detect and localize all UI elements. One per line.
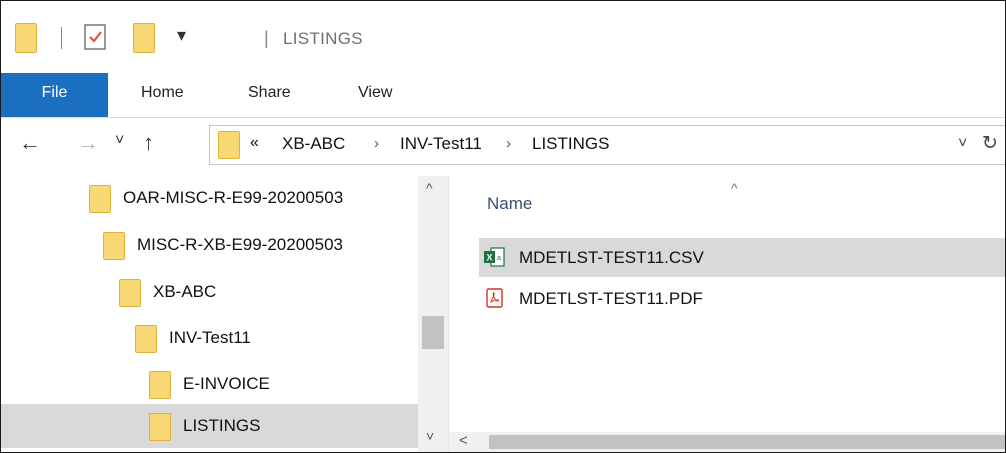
tab-share[interactable]: Share xyxy=(248,73,291,117)
toolbar-divider xyxy=(61,27,62,49)
folder-icon xyxy=(89,185,111,213)
pdf-icon xyxy=(486,288,503,308)
excel-csv-icon: X a xyxy=(484,247,505,267)
refresh-icon[interactable]: ↻ xyxy=(982,132,998,155)
forward-button[interactable]: → xyxy=(77,130,99,156)
file-explorer-window: ▾ | LISTINGS File Home Share View ← → ˅ … xyxy=(0,0,1006,453)
new-folder-button[interactable] xyxy=(133,23,155,53)
folder-icon xyxy=(135,325,157,353)
breadcrumb-listings[interactable]: LISTINGS xyxy=(532,134,609,154)
folder-icon xyxy=(149,413,171,441)
breadcrumb-separator[interactable]: › xyxy=(506,135,511,152)
breadcrumb-separator[interactable]: › xyxy=(374,135,379,152)
tree-item-e-invoice[interactable]: E-INVOICE xyxy=(1,362,418,406)
customize-toolbar-dropdown[interactable]: ▾ xyxy=(177,25,186,46)
tree-item-label: INV-Test11 xyxy=(169,328,251,347)
tree-item-label: OAR-MISC-R-E99-20200503 xyxy=(123,188,344,207)
address-history-dropdown[interactable]: ˅ xyxy=(958,135,967,153)
tab-home[interactable]: Home xyxy=(141,73,184,117)
breadcrumb-overflow[interactable]: « xyxy=(250,134,259,152)
file-row-csv[interactable]: X a MDETLST-TEST11.CSV xyxy=(479,238,1005,277)
address-bar[interactable]: « XB-ABC › INV-Test11 › LISTINGS ˅ ↻ xyxy=(209,125,1005,165)
ribbon-tabs: File Home Share View xyxy=(1,73,1005,118)
file-list-horizontal-scrollbar[interactable]: < xyxy=(449,432,1005,452)
folder-icon xyxy=(15,23,37,53)
folder-icon xyxy=(149,371,171,399)
file-list-pane: ^ Name X a MDETLST-TEST11.CSV MDETLST-TE… xyxy=(449,176,1005,452)
recent-locations-button[interactable]: ˅ xyxy=(115,132,124,150)
navigation-bar: ← → ˅ ↑ « XB-ABC › INV-Test11 › LISTINGS… xyxy=(1,118,1005,176)
back-button[interactable]: ← xyxy=(19,130,41,156)
navigation-pane: OAR-MISC-R-E99-20200503 MISC-R-XB-E99-20… xyxy=(1,176,449,452)
tree-item-xb-abc[interactable]: XB-ABC xyxy=(1,270,418,314)
tab-view[interactable]: View xyxy=(358,73,392,117)
folder-icon xyxy=(103,232,125,260)
scroll-up-icon[interactable]: ^ xyxy=(426,180,433,196)
tree-item-label: LISTINGS xyxy=(183,416,261,435)
properties-button[interactable] xyxy=(83,23,109,56)
file-name: MDETLST-TEST11.CSV xyxy=(519,248,704,267)
file-row-pdf[interactable]: MDETLST-TEST11.PDF xyxy=(479,279,1005,318)
tree-item-inv-test11[interactable]: INV-Test11 xyxy=(1,316,418,360)
scroll-down-icon[interactable]: ˅ xyxy=(426,428,434,444)
window-title: LISTINGS xyxy=(283,29,363,48)
scroll-left-icon[interactable]: < xyxy=(459,432,468,449)
tree-vertical-scrollbar[interactable]: ^ ˅ xyxy=(418,176,448,452)
tree-item-listings[interactable]: LISTINGS xyxy=(1,404,418,448)
column-header-name[interactable]: Name xyxy=(487,194,532,214)
tree-item-oar-misc[interactable]: OAR-MISC-R-E99-20200503 xyxy=(1,176,418,220)
scrollbar-thumb[interactable] xyxy=(422,316,444,349)
svg-text:X: X xyxy=(486,253,492,263)
file-name: MDETLST-TEST11.PDF xyxy=(519,289,703,308)
breadcrumb-inv-test11[interactable]: INV-Test11 xyxy=(400,134,482,154)
properties-check-icon xyxy=(84,24,106,50)
svg-text:a: a xyxy=(497,255,501,262)
folder-icon xyxy=(218,131,240,159)
sort-ascending-icon: ^ xyxy=(731,180,738,196)
tree-item-misc-r-xb[interactable]: MISC-R-XB-E99-20200503 xyxy=(1,223,418,267)
tree-item-label: XB-ABC xyxy=(153,282,217,301)
title-separator: | xyxy=(264,28,269,48)
breadcrumb-xb-abc[interactable]: XB-ABC xyxy=(282,134,345,154)
tree-item-label: E-INVOICE xyxy=(183,374,270,393)
tree-item-label: MISC-R-XB-E99-20200503 xyxy=(137,235,343,254)
scrollbar-thumb[interactable] xyxy=(489,435,1005,449)
up-button[interactable]: ↑ xyxy=(143,130,154,156)
folder-icon xyxy=(119,279,141,307)
title-bar: ▾ | LISTINGS xyxy=(1,1,1005,73)
tab-file[interactable]: File xyxy=(1,73,108,117)
